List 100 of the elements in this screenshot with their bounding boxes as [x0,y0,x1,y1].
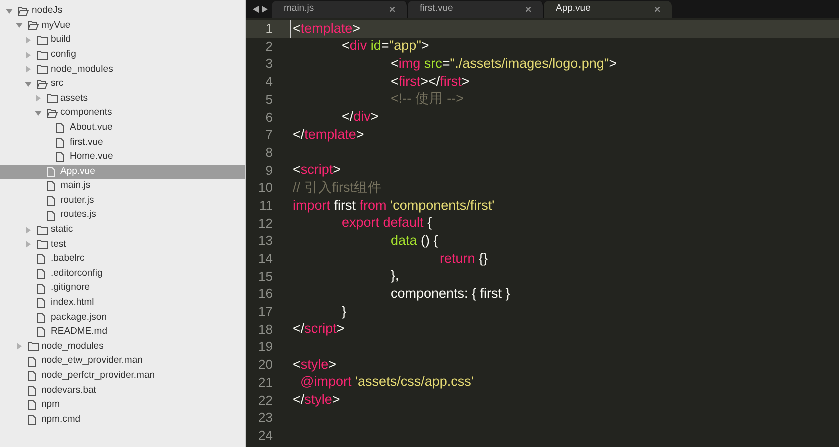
tree-item[interactable]: npm [0,398,245,413]
line-number: 9 [264,162,274,180]
tree-item[interactable]: Home.vue [0,150,245,165]
line-number: 3 [264,55,274,74]
code-line: return {} [439,250,490,268]
tree-item[interactable]: node_modules [0,340,245,354]
file-icon [37,298,45,308]
tree-item-label: test [51,238,66,252]
tree-item[interactable]: .babelrc [0,252,245,267]
open-folder-icon [28,21,38,30]
expanded-arrow-icon[interactable] [16,22,22,30]
tree-item-label: myVue [42,18,71,33]
collapsed-arrow-icon[interactable] [34,95,42,102]
tree-item[interactable]: main.js [0,179,245,194]
file-icon [28,414,36,425]
line-number: 1 [246,20,290,38]
tree-item[interactable]: assets [0,92,245,106]
line-number: 24 [258,426,274,444]
tree-item[interactable]: index.html [0,296,245,310]
tree-item[interactable]: test [0,238,245,252]
tree-item[interactable]: static [0,222,245,238]
open-folder-icon [37,80,48,89]
file-icon [28,400,36,410]
tree-item[interactable]: nodeJs [0,4,245,19]
editor-tab[interactable]: main.js [272,1,408,18]
tree-item[interactable]: config [0,48,245,62]
line-number: 6 [264,108,274,126]
line-number: 18 [258,320,274,338]
tree-item-label: App.vue [60,164,96,179]
tree-item[interactable]: npm.cmd [0,412,245,428]
folder-icon [46,94,58,104]
tree-item[interactable]: README.md [0,325,245,340]
line-number: 10 [258,179,274,197]
tree-item-label: index.html [51,296,94,310]
line-number: 12 [258,214,274,232]
tree-item-label: .babelrc [51,252,85,266]
tree-item[interactable]: About.vue [0,120,245,136]
tree-item-label: node_perfctr_provider.man [42,369,156,384]
tree-item[interactable]: .gitignore [0,281,245,296]
tree-item-label: About.vue [70,120,113,135]
tree-item-label: .gitignore [51,281,90,296]
tree-item[interactable]: routes.js [0,208,245,223]
editor-tab[interactable]: App.vue [544,1,672,18]
code-line: // 引入first组件 [292,179,383,197]
tree-item[interactable]: node_modules [0,62,245,77]
collapsed-arrow-icon[interactable] [16,343,22,350]
collapsed-arrow-icon[interactable] [25,226,32,234]
tree-item[interactable]: nodevars.bat [0,383,245,398]
line-number: 16 [258,285,274,303]
code-line: <!-- 使用 --> [390,90,466,108]
line-number: 21 [258,374,274,392]
code-line: <first></first> [390,73,471,91]
expanded-arrow-icon[interactable] [34,110,42,117]
tree-item-label: README.md [51,325,108,340]
tree-item[interactable]: first.vue [0,135,245,150]
code-line: components: { first } [390,285,512,303]
collapsed-arrow-icon[interactable] [25,52,32,59]
tree-item-label: main.js [60,179,91,194]
tree-item-label: components [60,106,112,120]
tree-item-label: build [51,33,72,48]
close-icon[interactable] [655,7,660,12]
tree-item[interactable]: node_perfctr_provider.man [0,368,245,384]
tree-item-label: nodeJs [32,4,63,18]
close-icon[interactable] [390,7,395,12]
tree-item-label: .editorconfig [51,266,103,281]
folder-icon [37,65,48,74]
line-number: 2 [264,38,274,56]
tree-item-label: nodevars.bat [42,384,96,398]
collapsed-arrow-icon[interactable] [25,241,32,248]
expanded-arrow-icon[interactable] [6,8,13,15]
tree-item-label: routes.js [60,208,96,222]
tree-item[interactable]: myVue [0,18,245,34]
tree-item[interactable]: .editorconfig [0,266,245,282]
forward-arrow-icon[interactable] [262,6,268,13]
editor-tab[interactable]: first.vue [408,1,544,18]
close-icon[interactable] [526,7,531,12]
tree-item[interactable]: node_etw_provider.man [0,354,245,369]
collapsed-arrow-icon[interactable] [25,36,32,44]
back-arrow-icon[interactable] [253,6,259,13]
folder-icon [37,240,48,250]
tree-item-label: Home.vue [70,150,114,164]
tree-item[interactable]: build [0,33,245,48]
collapsed-arrow-icon[interactable] [25,66,32,74]
file-icon [28,386,36,396]
tree-item-label: package.json [51,310,107,325]
expanded-arrow-icon[interactable] [25,80,32,88]
tree-item[interactable]: package.json [0,310,245,326]
line-number: 19 [258,338,274,356]
tree-item-label: node_modules [42,340,104,354]
open-folder-icon [46,108,58,118]
tree-item[interactable]: router.js [0,194,245,208]
tree-item-label: first.vue [70,136,104,150]
tree-item-label: config [51,48,76,62]
tree-item[interactable]: src [0,76,245,92]
tree-item[interactable]: components [0,106,245,121]
open-folder-icon [18,6,29,16]
code-line: }, [390,268,400,286]
folder-icon [37,226,48,235]
tree-item-label: npm [42,398,60,412]
tree-item-label: router.js [60,194,94,208]
